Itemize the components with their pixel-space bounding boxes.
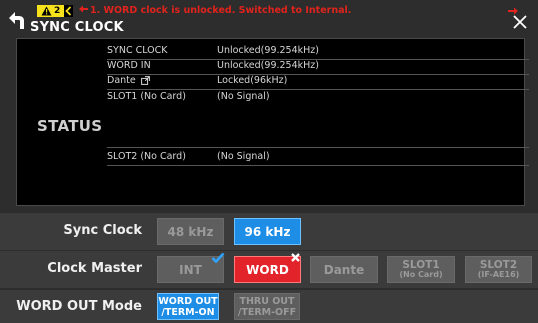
error-x-icon [291, 253, 300, 262]
thru-out-line1: THRU OUT [239, 296, 295, 307]
word-label: WORD [246, 263, 289, 277]
slot2-sub: (IF-AE16) [477, 270, 520, 279]
status-key: SLOT1 (No Card) [107, 91, 186, 102]
status-panel: STATUS SYNC CLOCK Unlocked(99.254kHz) WO… [16, 38, 529, 206]
sync-clock-96k-button[interactable]: 96 kHz [234, 218, 301, 245]
external-link-icon[interactable] [140, 76, 150, 85]
sync-clock-48k-button[interactable]: 48 kHz [157, 218, 224, 245]
word-out-mode-row: WORD OUT Mode WORD OUT /TERM-ON THRU OUT… [0, 290, 538, 323]
sync-clock-row: Sync Clock 48 kHz 96 kHz [0, 213, 538, 250]
status-row-word-in: WORD IN Unlocked(99.254kHz) [107, 59, 511, 73]
red-arrow-right-icon [508, 7, 518, 15]
sync-clock-screen: SYNC CLOCK 2 1. WORD clock is unlocked. … [0, 0, 538, 323]
chevron-left-icon [64, 5, 73, 17]
thru-out-line2: /TERM-OFF [237, 307, 297, 318]
int-label: INT [179, 263, 202, 277]
status-value: Unlocked(99.254kHz) [217, 60, 319, 71]
clock-master-dante-button[interactable]: Dante [310, 256, 378, 283]
status-row-sync-clock: SYNC CLOCK Unlocked(99.254kHz) [107, 44, 511, 58]
status-row-dante: Dante Locked(96kHz) [107, 74, 511, 88]
warning-triangle-icon [41, 6, 52, 16]
word-out-term-on-button[interactable]: WORD OUT /TERM-ON [157, 293, 219, 320]
clock-master-slot1-button[interactable]: SLOT1 (No Card) [387, 256, 455, 283]
clock-master-row: Clock Master INT WORD Dante SLOT1 (No Car… [0, 251, 538, 288]
status-value: Unlocked(99.254kHz) [217, 45, 319, 56]
clock-master-word-button[interactable]: WORD [234, 253, 301, 283]
word-out-line2: /TERM-ON [161, 307, 215, 318]
sync-clock-label: Sync Clock [63, 223, 142, 238]
word-out-mode-label: WORD OUT Mode [16, 299, 142, 314]
status-divider [107, 165, 529, 166]
annotation-message: 1. WORD clock is unlocked. Switched to I… [79, 5, 351, 17]
slot1-label: SLOT1 (No Card) [388, 257, 454, 280]
annotation-text: 1. WORD clock is unlocked. Switched to I… [90, 5, 352, 16]
status-value: (No Signal) [217, 151, 270, 162]
close-icon[interactable] [512, 14, 528, 30]
status-key-text: Dante [107, 75, 136, 86]
red-arrow-left-icon [79, 5, 88, 13]
warning-count: 2 [54, 6, 61, 16]
clock-master-int-button[interactable]: INT [157, 252, 225, 283]
clock-master-label: Clock Master [47, 261, 142, 276]
warning-badge: 2 [37, 5, 73, 17]
status-key: SLOT2 (No Card) [107, 151, 186, 162]
page-title: SYNC CLOCK [30, 20, 124, 35]
status-key: SYNC CLOCK [107, 45, 168, 56]
status-heading: STATUS [37, 117, 103, 135]
status-key: Dante [107, 75, 150, 86]
status-value: Locked(96kHz) [217, 75, 288, 86]
status-row-slot2: SLOT2 (No Card) (No Signal) [107, 150, 511, 164]
back-arrow-icon[interactable] [5, 9, 27, 31]
status-divider [107, 147, 529, 148]
thru-out-term-off-button[interactable]: THRU OUT /TERM-OFF [234, 293, 300, 320]
slot2-label: SLOT2 (IF-AE16) [466, 257, 531, 280]
clock-master-slot2-button[interactable]: SLOT2 (IF-AE16) [465, 256, 532, 283]
status-row-slot1: SLOT1 (No Card) (No Signal) [107, 90, 511, 104]
word-out-line1: WORD OUT [158, 296, 218, 307]
status-value: (No Signal) [217, 91, 270, 102]
status-key: WORD IN [107, 60, 151, 71]
slot1-sub: (No Card) [399, 270, 443, 279]
checkmark-icon [211, 252, 225, 264]
